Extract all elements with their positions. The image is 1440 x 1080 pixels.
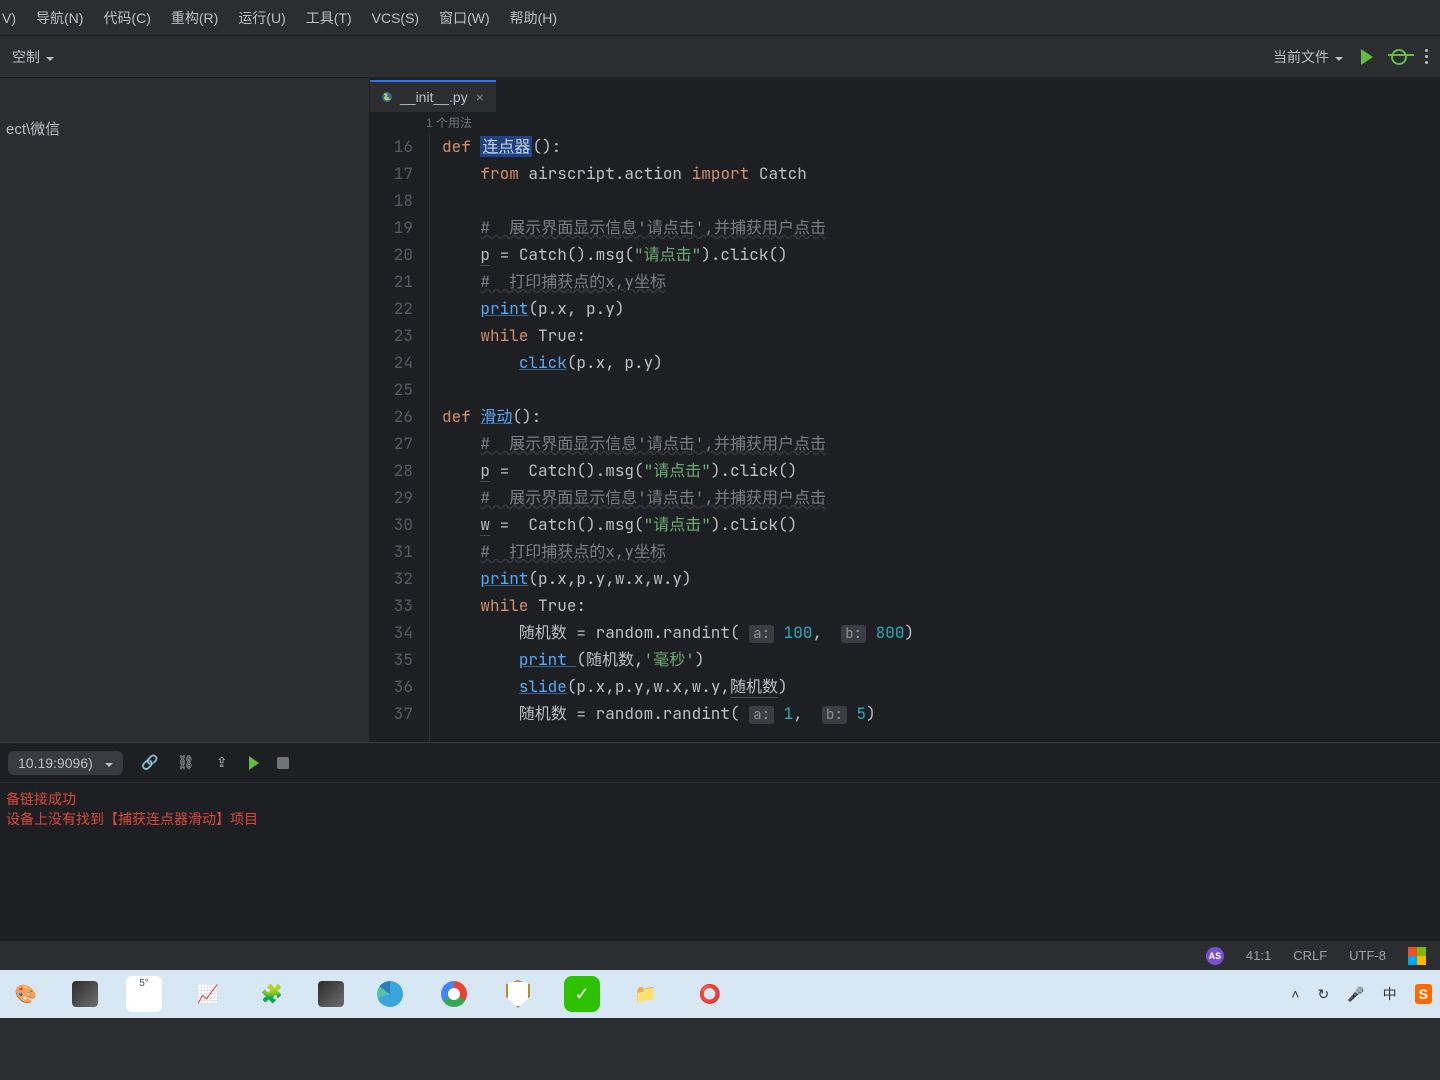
status-bar: AS 41:1 CRLF UTF-8 [0,940,1440,970]
menu-item-code[interactable]: 代码(C) [103,8,150,28]
taskbar-app[interactable]: 🎨 [8,976,44,1012]
sync-icon[interactable]: ↻ [1317,986,1329,1003]
toolbar-left-dropdown[interactable]: 空制 [12,47,54,67]
output-line: 备链接成功 [6,789,1434,809]
caret-position[interactable]: 41:1 [1246,948,1271,963]
file-encoding[interactable]: UTF-8 [1349,948,1386,963]
tree-node[interactable]: ect\微信 [6,118,363,139]
run-tool-window: 10.19:9096) 🔗 ⛓ ⇪ 备链接成功 设备上没有找到【捕获连点器滑动】… [0,742,1440,940]
ime-indicator[interactable]: 中 [1383,984,1397,1004]
unlink-icon[interactable]: ⛓ [177,754,195,771]
windows-taskbar: 🎨 5° 📈 🧩 ✓ 📁 ⭕ ˄ ↻ 🎤 中 S [0,970,1440,1018]
taskbar-app[interactable]: 📈 [190,976,226,1012]
pycharm-icon[interactable] [318,981,344,1007]
ms-logo-icon [1408,947,1426,965]
menu-item-window[interactable]: 窗口(W) [439,8,490,28]
run-output[interactable]: 备链接成功 设备上没有找到【捕获连点器滑动】项目 [0,783,1440,835]
chrome-icon[interactable] [436,976,472,1012]
mic-icon[interactable]: 🎤 [1347,986,1364,1003]
taskbar-app[interactable]: ⭕ [692,976,728,1012]
run-config-dropdown[interactable]: 当前文件 [1273,47,1343,67]
more-icon[interactable] [1425,49,1428,64]
tab-init-py[interactable]: 🐍 __init__.py × [370,80,496,112]
weather-widget[interactable]: 5° [126,976,162,1012]
taskbar-app[interactable]: 🧩 [254,976,290,1012]
project-tree[interactable]: ect\微信 [0,78,370,742]
editor: 🐍 __init__.py × 1 个用法 161718192021222324… [370,78,1440,742]
menu-item-help[interactable]: 帮助(H) [510,8,557,28]
tab-label: __init__.py [400,89,468,105]
menu-item-view[interactable]: V) [2,10,16,26]
defender-icon[interactable] [500,976,536,1012]
edge-icon[interactable] [372,976,408,1012]
run-small-icon[interactable] [249,756,259,770]
menu-bar: V) 导航(N) 代码(C) 重构(R) 运行(U) 工具(T) VCS(S) … [0,0,1440,36]
stop-icon[interactable] [277,757,289,769]
gutter: 1617181920212223242526272829303132333435… [370,133,430,742]
wechat-icon[interactable]: ✓ [564,976,600,1012]
taskbar-app[interactable] [72,981,98,1007]
menu-item-navigate[interactable]: 导航(N) [36,8,83,28]
editor-tabs: 🐍 __init__.py × [370,78,1440,112]
menu-item-vcs[interactable]: VCS(S) [372,10,419,26]
run-toolbar: 10.19:9096) 🔗 ⛓ ⇪ [0,743,1440,783]
upload-icon[interactable]: ⇪ [213,754,231,771]
ide-badge-icon[interactable]: AS [1206,947,1224,965]
explorer-icon[interactable]: 📁 [628,976,664,1012]
menu-item-tools[interactable]: 工具(T) [306,8,352,28]
menu-item-run[interactable]: 运行(U) [238,8,285,28]
chevron-down-icon [99,755,113,771]
close-icon[interactable]: × [476,89,484,105]
output-line: 设备上没有找到【捕获连点器滑动】项目 [6,809,1434,829]
main-toolbar: 空制 当前文件 [0,36,1440,78]
run-icon[interactable] [1361,49,1373,65]
usage-hint[interactable]: 1 个用法 [370,112,1440,133]
line-separator[interactable]: CRLF [1293,948,1327,963]
code[interactable]: def 连点器(): from airscript.action import … [430,133,914,742]
tray-chevron-icon[interactable]: ˄ [1291,986,1299,1002]
link-icon[interactable]: 🔗 [141,754,159,771]
menu-item-refactor[interactable]: 重构(R) [171,8,218,28]
device-selector[interactable]: 10.19:9096) [8,751,123,775]
tray-app-icon[interactable]: S [1415,984,1432,1004]
debug-icon[interactable] [1391,49,1407,65]
python-file-icon: 🐍 [382,92,392,102]
